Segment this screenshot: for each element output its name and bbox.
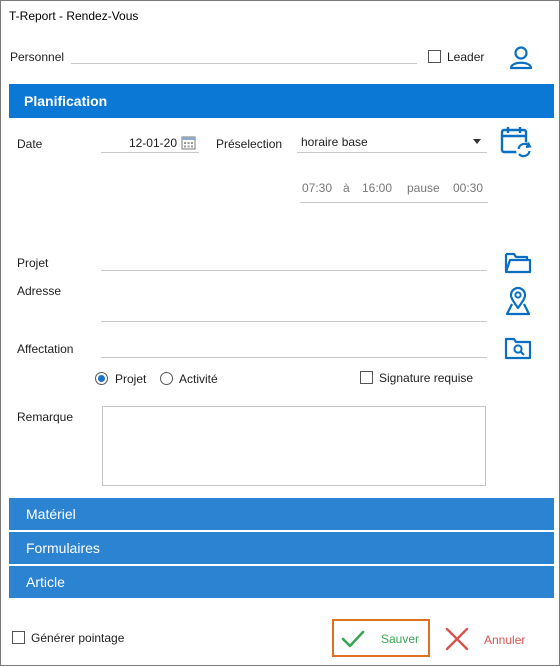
signature-label: Signature requise xyxy=(379,371,474,385)
pause-input[interactable]: 00:30 xyxy=(453,181,483,195)
calendar-small-icon[interactable] xyxy=(181,135,196,150)
personnel-input[interactable] xyxy=(71,47,417,64)
section-article[interactable]: Article xyxy=(9,566,554,598)
save-button[interactable]: Sauver xyxy=(332,619,430,657)
preselection-value: horaire base xyxy=(301,135,368,149)
affectation-label: Affectation xyxy=(17,342,74,356)
generer-pointage-checkbox[interactable] xyxy=(12,631,25,644)
folder-search-icon[interactable] xyxy=(503,335,533,361)
date-value: 12-01-20 xyxy=(128,136,177,150)
user-icon[interactable] xyxy=(507,43,535,71)
adresse-input[interactable] xyxy=(101,283,487,322)
cancel-label: Annuler xyxy=(484,633,526,647)
chevron-down-icon[interactable] xyxy=(473,139,481,144)
preselection-select[interactable]: horaire base xyxy=(297,134,487,153)
remarque-label: Remarque xyxy=(17,410,74,424)
radio-projet[interactable] xyxy=(95,372,108,385)
radio-projet-label: Projet xyxy=(115,372,147,386)
projet-input[interactable] xyxy=(101,253,487,271)
adresse-label: Adresse xyxy=(17,284,62,298)
planification-header[interactable]: Planification xyxy=(9,84,554,118)
affectation-input[interactable] xyxy=(101,339,487,358)
check-icon xyxy=(340,627,366,651)
map-pin-icon[interactable] xyxy=(503,285,533,317)
section-materiel[interactable]: Matériel xyxy=(9,498,554,530)
rendez-vous-window: T-Report - Rendez-Vous Personnel Leader … xyxy=(0,0,560,666)
leader-label: Leader xyxy=(447,50,485,64)
radio-activite[interactable] xyxy=(160,372,173,385)
time-start-input[interactable]: 07:30 xyxy=(302,181,332,195)
cancel-button[interactable]: Annuler xyxy=(439,621,539,657)
date-label: Date xyxy=(17,137,43,151)
folder-icon[interactable] xyxy=(503,248,533,276)
radio-activite-label: Activité xyxy=(179,372,218,386)
personnel-label: Personnel xyxy=(10,50,65,64)
leader-checkbox[interactable] xyxy=(428,50,441,63)
save-label: Sauver xyxy=(381,632,420,646)
section-formulaires[interactable]: Formulaires xyxy=(9,532,554,564)
projet-label: Projet xyxy=(17,256,49,270)
signature-checkbox[interactable] xyxy=(360,371,373,384)
time-row: 07:30 à 16:00 pause 00:30 xyxy=(300,179,488,203)
generer-pointage-label: Générer pointage xyxy=(31,631,125,645)
remarque-textarea[interactable] xyxy=(102,406,486,486)
pause-label: pause xyxy=(407,181,440,195)
preselection-label: Préselection xyxy=(216,137,283,151)
date-input[interactable]: 12-01-20 xyxy=(101,135,199,153)
window-title: T-Report - Rendez-Vous xyxy=(9,9,139,23)
close-icon xyxy=(444,626,470,652)
time-separator: à xyxy=(343,181,350,195)
calendar-refresh-icon[interactable] xyxy=(499,125,535,159)
time-end-input[interactable]: 16:00 xyxy=(362,181,392,195)
